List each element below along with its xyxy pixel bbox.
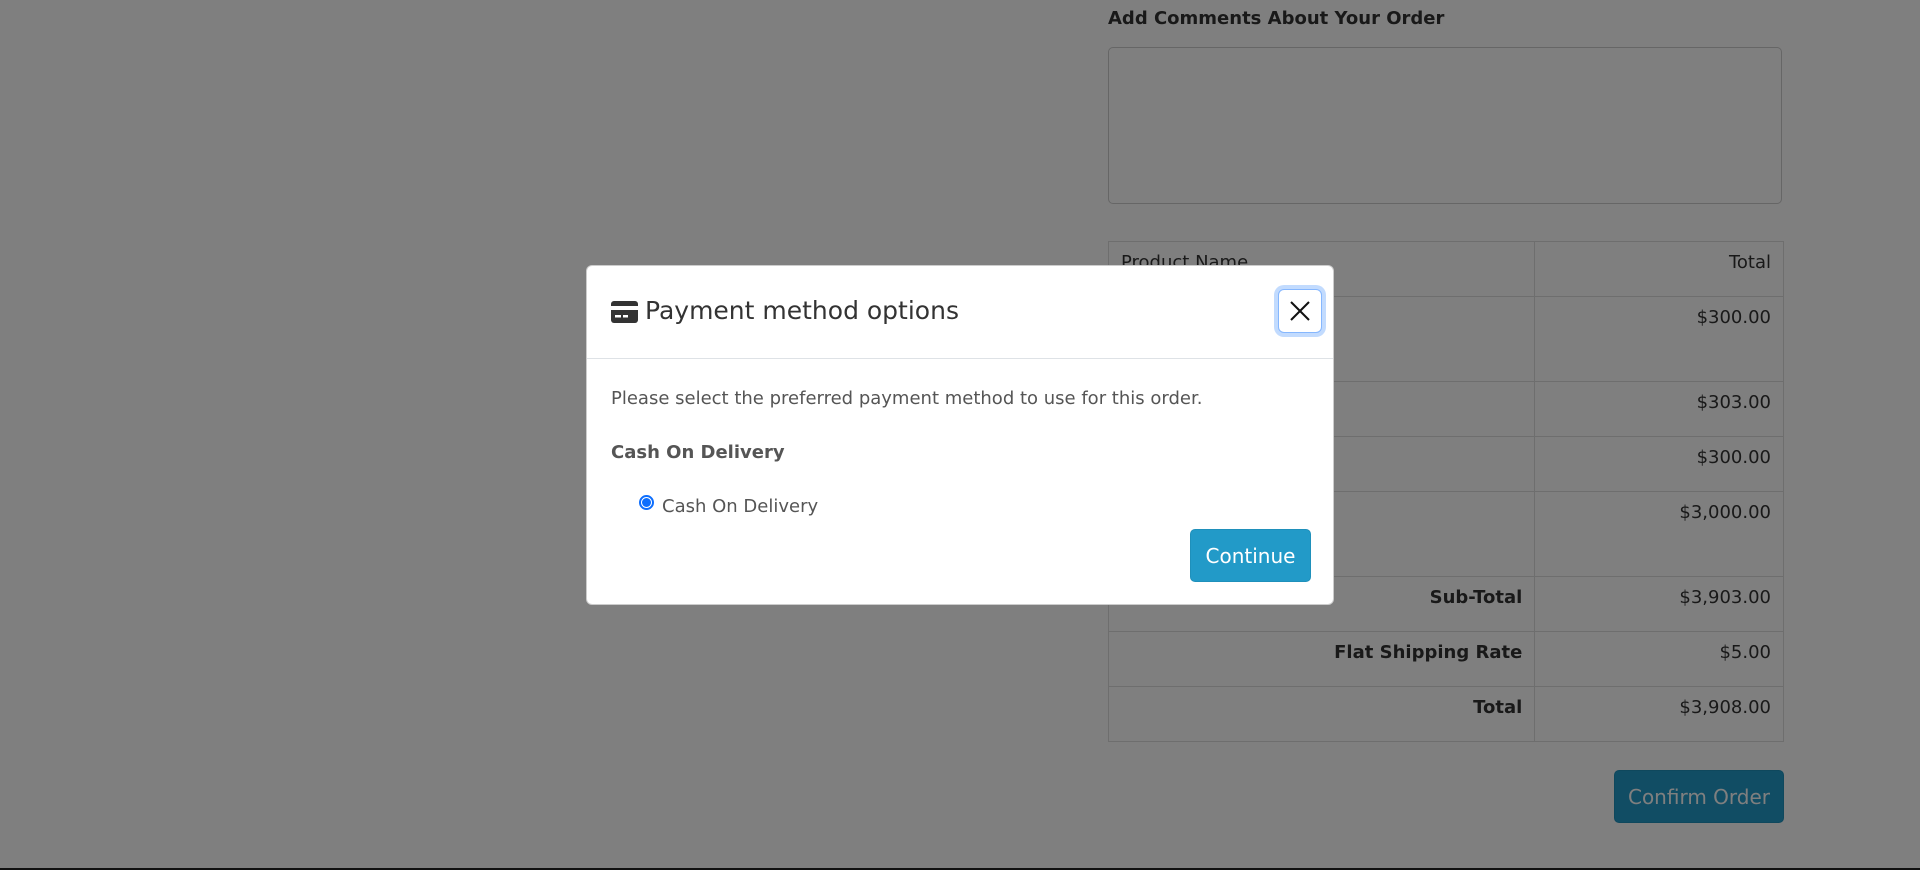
payment-method-group-heading: Cash On Delivery xyxy=(611,442,785,463)
radio-selected-dot xyxy=(642,498,651,507)
cash-on-delivery-radio[interactable] xyxy=(639,495,654,510)
credit-card-icon xyxy=(611,301,638,323)
cash-on-delivery-label[interactable]: Cash On Delivery xyxy=(662,496,818,517)
modal-title: Payment method options xyxy=(645,296,959,325)
intro-text: Please select the preferred payment meth… xyxy=(611,388,1203,409)
continue-button[interactable]: Continue xyxy=(1190,529,1311,582)
close-icon xyxy=(1290,301,1310,321)
modal-header: Payment method options xyxy=(587,266,1333,359)
close-button[interactable] xyxy=(1278,289,1322,333)
payment-method-modal: Payment method options Please select the… xyxy=(586,265,1334,605)
